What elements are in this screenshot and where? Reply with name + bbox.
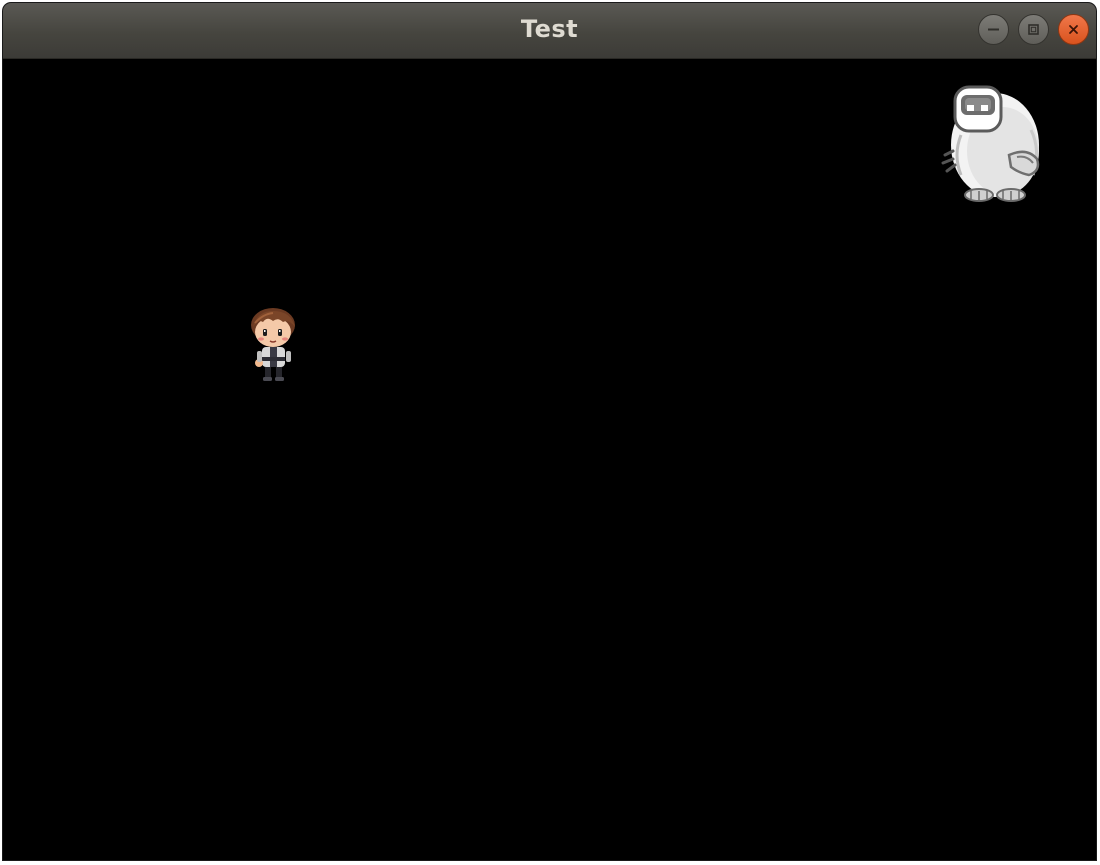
enemy-sprite <box>931 75 1053 205</box>
maximize-icon <box>1027 23 1040 36</box>
minimize-icon <box>987 23 1000 36</box>
player-sprite <box>243 305 305 385</box>
window-title: Test <box>520 15 579 43</box>
yeti-monster-icon <box>931 75 1053 205</box>
close-icon <box>1067 23 1080 36</box>
title-bar[interactable]: Test <box>3 3 1096 59</box>
game-canvas[interactable] <box>3 59 1096 860</box>
minimize-button[interactable] <box>978 14 1009 45</box>
maximize-button[interactable] <box>1018 14 1049 45</box>
app-window: Test <box>3 3 1096 860</box>
boy-character-icon <box>243 305 305 385</box>
close-button[interactable] <box>1058 14 1089 45</box>
